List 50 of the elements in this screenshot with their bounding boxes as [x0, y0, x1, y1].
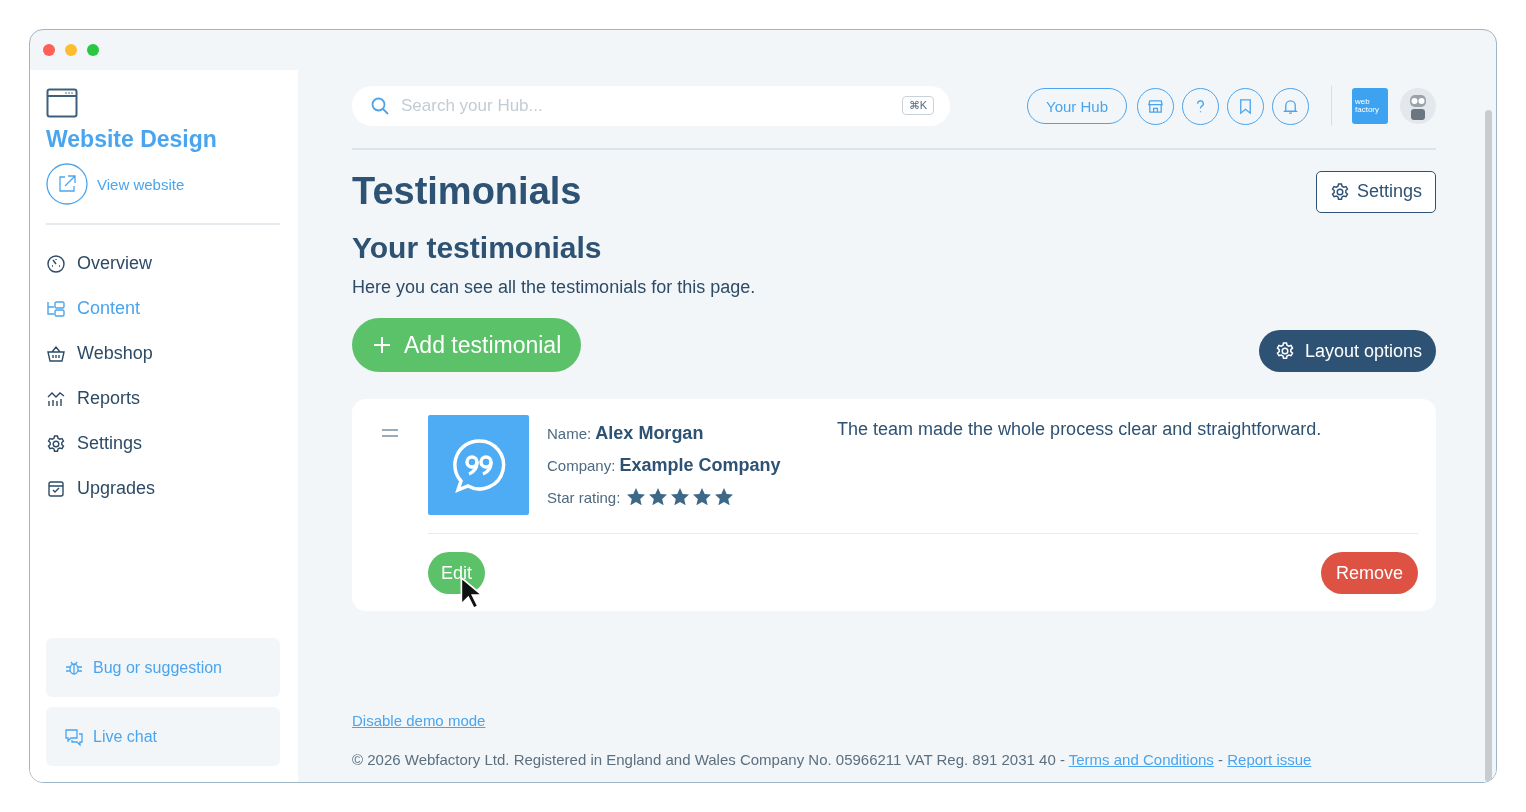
close-dot[interactable] — [43, 44, 55, 56]
minimize-dot[interactable] — [65, 44, 77, 56]
sidebar-button[interactable]: Bug or suggestion — [46, 638, 280, 697]
settings-icon — [1274, 341, 1295, 361]
sidebar-button[interactable]: Live chat — [46, 707, 280, 766]
testimonial-quote: The team made the whole process clear and straightforward. — [837, 419, 1323, 441]
browser-window-icon — [46, 88, 78, 118]
edit-button[interactable]: Edit — [428, 552, 486, 594]
testimonial-field: Name: Alex Morgan — [547, 423, 837, 455]
view-website-link[interactable]: View website — [46, 163, 185, 205]
folder-tree-icon — [46, 298, 66, 319]
sidebar-item[interactable]: Webshop — [46, 331, 153, 376]
star-icon — [714, 487, 735, 507]
testimonial-field: Company: Example Company — [547, 455, 837, 487]
star-icon — [626, 487, 647, 507]
logo: web factory — [1352, 88, 1388, 124]
layout-options-button[interactable]: Layout options — [1258, 330, 1436, 372]
sidebar-item[interactable]: Overview — [46, 241, 152, 286]
chat-icon — [64, 726, 84, 747]
footer-link[interactable]: Report issue — [1227, 751, 1312, 768]
add-testimonial-button[interactable]: Add testimonial — [352, 318, 582, 372]
box-icon — [46, 478, 66, 499]
star-icon — [670, 487, 691, 507]
drag-handle-icon[interactable] — [382, 429, 398, 437]
sidebar-item[interactable]: Content — [46, 286, 141, 331]
robot-avatar-icon[interactable] — [1400, 88, 1436, 124]
footer-text: © 2026 Webfactory Ltd. Registered in England and Wales Company No. 05966211 VAT Reg. 891 2031 40 - Terms and Conditions - Report issue — [352, 751, 1313, 768]
section-description: Here you can see all the testimonials for this page. — [352, 277, 757, 298]
page-title: Testimonials — [352, 170, 582, 213]
star-icon — [692, 487, 713, 507]
settings-icon — [46, 433, 66, 454]
settings-button[interactable]: Settings — [1315, 170, 1436, 213]
disable-demo-link[interactable]: Disable demo mode — [352, 712, 486, 729]
sidebar-item[interactable]: Reports — [46, 376, 141, 421]
section-title: Your testimonials — [352, 231, 603, 265]
rating-label: Star rating: — [547, 488, 621, 506]
shortcut-hint: ⌘K — [901, 96, 934, 115]
sidebar-item[interactable]: Upgrades — [46, 466, 156, 511]
remove-button[interactable]: Remove — [1320, 552, 1418, 594]
plus-icon — [372, 335, 392, 355]
external-link-icon — [46, 163, 88, 205]
site-title: Website Design — [46, 126, 218, 153]
search-icon — [370, 96, 390, 116]
footer-link[interactable]: Terms and Conditions — [1068, 751, 1214, 768]
scrollbar[interactable] — [1485, 110, 1492, 782]
settings-icon — [1329, 181, 1350, 202]
maximize-dot[interactable] — [87, 44, 99, 56]
gauge-icon — [46, 253, 66, 274]
star-icon — [648, 487, 669, 507]
sidebar-item[interactable]: Settings — [46, 421, 143, 466]
